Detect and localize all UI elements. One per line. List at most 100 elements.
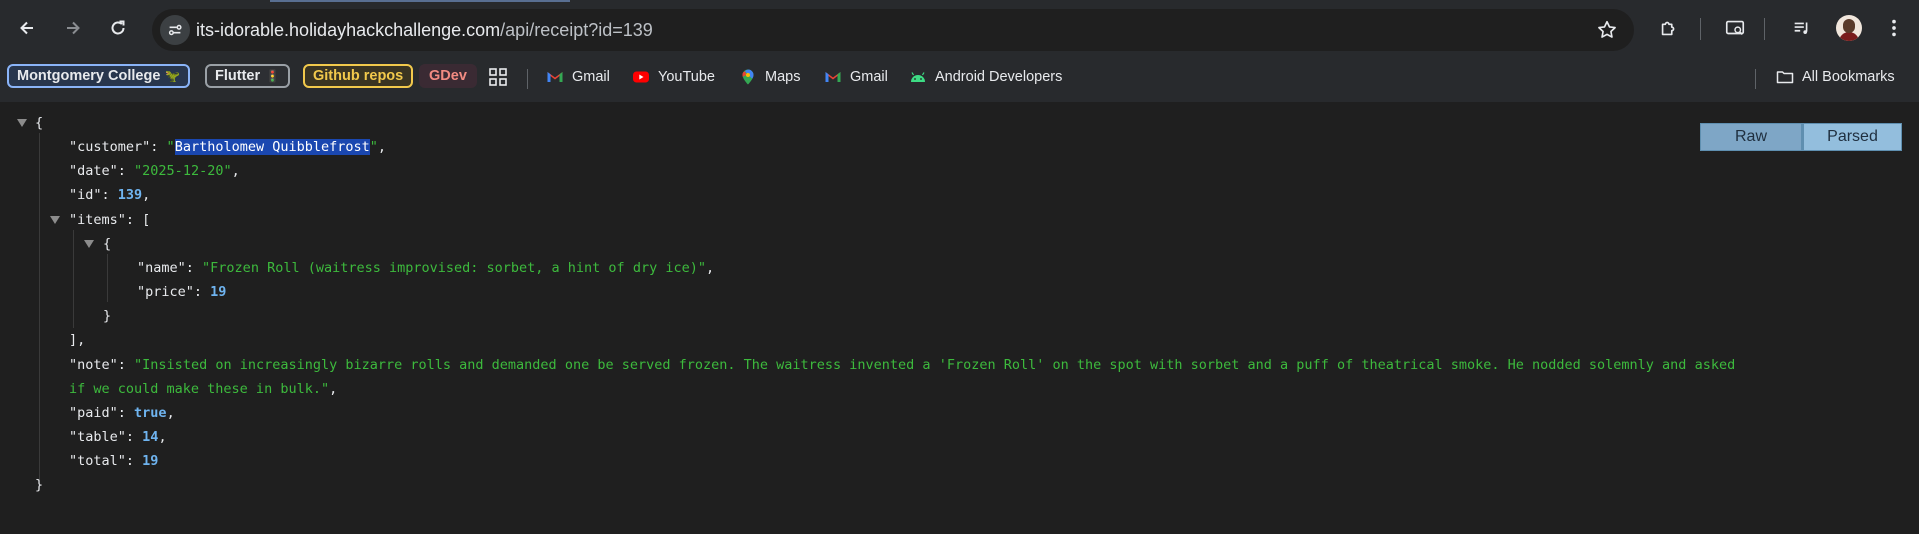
json-key: "table"	[69, 429, 126, 445]
json-close-brace: }	[35, 477, 44, 493]
bookmarks-divider	[1755, 69, 1756, 89]
apps-grid-icon	[489, 68, 507, 86]
json-line-date: "date": "2025-12-20",	[69, 163, 240, 179]
maps-pin-icon	[742, 69, 754, 85]
json-line-customer: "customer": "Bartholomew Quibblefrost",	[69, 139, 387, 155]
json-number: 19	[142, 453, 159, 469]
bookmark-gmail-2[interactable]: Gmail	[824, 66, 888, 88]
json-key: "id"	[69, 187, 102, 203]
json-key: "date"	[69, 163, 118, 179]
raw-button[interactable]: Raw	[1701, 124, 1801, 150]
bookmark-folder-flutter[interactable]: Flutter 🚦	[205, 64, 291, 88]
media-cast-icon	[1725, 20, 1745, 36]
json-key: "name"	[137, 260, 186, 276]
forward-button[interactable]	[57, 12, 89, 44]
json-key: "items"	[69, 212, 126, 228]
bookmark-folder-github-repos[interactable]: Github repos	[303, 64, 414, 88]
toolbar-divider	[1764, 18, 1765, 40]
url-text[interactable]: its-idorable.holidayhackchallenge.com/ap…	[196, 20, 653, 41]
bookmark-label: Maps	[765, 69, 801, 85]
json-item-open-brace: {	[103, 236, 112, 252]
reading-list-icon	[1794, 22, 1808, 34]
menu-button[interactable]	[1880, 14, 1908, 42]
gmail-icon	[825, 72, 841, 82]
avatar-face	[1843, 19, 1855, 33]
bookmark-maps[interactable]: Maps	[739, 66, 800, 88]
youtube-icon	[633, 71, 649, 83]
traffic-light-emoji-icon: 🚦	[265, 69, 281, 83]
url-host: its-idorable.holidayhackchallenge.com	[196, 20, 501, 40]
folder-icon	[1776, 71, 1794, 84]
media-cast-button[interactable]	[1721, 14, 1749, 42]
site-info-icon	[168, 24, 182, 36]
toolbar-divider	[1700, 18, 1701, 40]
parsed-button[interactable]: Parsed	[1801, 124, 1901, 150]
back-icon	[20, 21, 33, 35]
bookmark-label: Flutter	[215, 68, 261, 84]
back-button[interactable]	[11, 12, 43, 44]
json-item-close-brace: }	[103, 308, 112, 324]
forward-icon	[67, 21, 80, 35]
indent-guide	[107, 254, 108, 302]
json-key: "price"	[137, 284, 194, 300]
bookmark-label: Montgomery College	[17, 68, 161, 84]
reload-icon	[111, 20, 125, 35]
all-bookmarks-button[interactable]: All Bookmarks	[1776, 66, 1895, 88]
browser-chrome: its-idorable.holidayhackchallenge.com/ap…	[0, 0, 1919, 102]
json-key: "customer"	[69, 139, 151, 155]
bookmark-label: Gmail	[850, 69, 888, 85]
json-line-note-wrap: if we could make these in bulk.",	[69, 381, 338, 397]
avatar-body	[1839, 32, 1859, 41]
star-icon[interactable]	[1596, 19, 1618, 41]
json-string: "2025-12-20"	[134, 163, 232, 179]
json-line-note: "note": "Insisted on increasingly bizarr…	[69, 357, 1736, 373]
address-bar[interactable]: its-idorable.holidayhackchallenge.com/ap…	[152, 9, 1634, 51]
json-string-selected[interactable]: Bartholomew Quibblefrost	[174, 139, 370, 155]
bookmark-label: Android Developers	[935, 69, 1063, 85]
bookmark-folder-gdev[interactable]: GDev	[419, 64, 477, 88]
json-key: "note"	[69, 357, 118, 373]
json-line-id: "id": 139,	[69, 187, 151, 203]
url-path: /api/receipt?id=139	[500, 20, 653, 40]
json-number: 19	[210, 284, 227, 300]
gmail-icon	[547, 72, 563, 82]
menu-icon	[1892, 19, 1896, 37]
json-boolean: true	[134, 405, 167, 421]
json-items-close-bracket: ],	[69, 332, 86, 348]
bookmark-gmail[interactable]: Gmail	[546, 66, 610, 88]
collapse-item-toggle[interactable]	[84, 240, 94, 248]
json-line-item-name: "name": "Frozen Roll (waitress improvise…	[137, 260, 715, 276]
extensions-button[interactable]	[1655, 14, 1683, 42]
bookmarks-bar: Montgomery College 🦖 Flutter 🚦 Github re…	[0, 60, 1919, 90]
extensions-icon	[1661, 21, 1675, 36]
active-tab-indicator	[270, 0, 570, 2]
json-open-brace: {	[35, 115, 44, 131]
json-line-total: "total": 19	[69, 453, 159, 469]
json-line-table: "table": 14,	[69, 429, 167, 445]
bookmark-label: Gmail	[572, 69, 610, 85]
json-line-items: "items": [	[69, 212, 151, 228]
collapse-items-toggle[interactable]	[50, 216, 60, 224]
bookmarks-divider	[527, 69, 528, 89]
profile-avatar[interactable]	[1836, 15, 1862, 41]
json-key: "paid"	[69, 405, 118, 421]
bookmark-label: YouTube	[658, 69, 715, 85]
apps-button[interactable]	[489, 66, 507, 88]
bookmark-youtube[interactable]: YouTube	[632, 66, 715, 88]
json-string: if we could make these in bulk."	[69, 381, 330, 397]
indent-guide	[39, 133, 40, 481]
android-icon	[911, 72, 925, 82]
json-line-paid: "paid": true,	[69, 405, 175, 421]
all-bookmarks-label: All Bookmarks	[1802, 69, 1895, 85]
json-number: 139	[117, 187, 143, 203]
bookmark-android-developers[interactable]: Android Developers	[909, 66, 1062, 88]
collapse-root-toggle[interactable]	[17, 119, 27, 127]
json-viewer: Raw Parsed { "customer": "Bartholomew Qu…	[0, 102, 1919, 534]
site-info-button[interactable]	[160, 15, 190, 45]
view-mode-toggle: Raw Parsed	[1700, 123, 1902, 151]
json-key: "total"	[69, 453, 126, 469]
bookmark-folder-montgomery-college[interactable]: Montgomery College 🦖	[7, 64, 191, 88]
json-string: "Frozen Roll (waitress improvised: sorbe…	[202, 260, 706, 276]
reload-button[interactable]	[102, 12, 134, 44]
reading-list-button[interactable]	[1788, 14, 1816, 42]
